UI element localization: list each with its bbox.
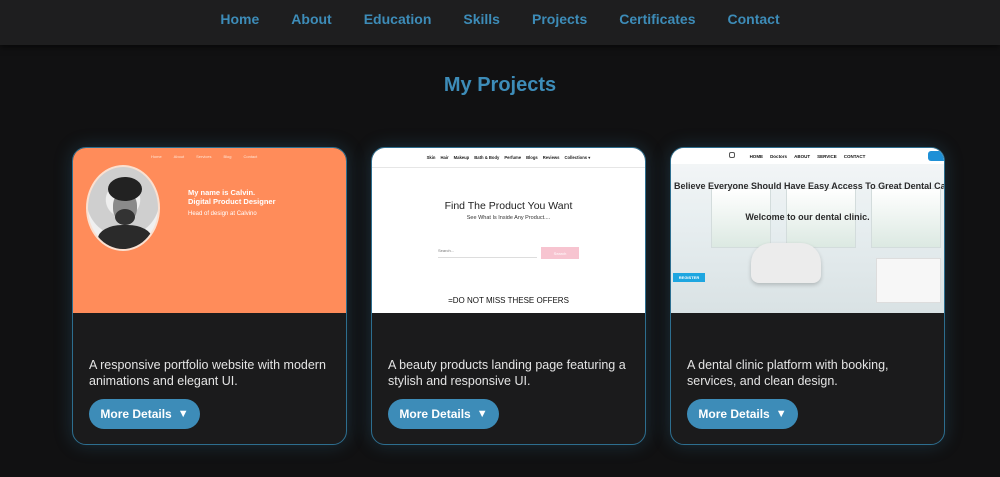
caret-down-icon: ▼: [177, 408, 189, 420]
nav-link-certificates[interactable]: Certificates: [603, 11, 711, 27]
more-details-button[interactable]: More Details ▼: [388, 399, 499, 429]
preview-nav-item: Hair: [440, 155, 449, 160]
portrait-image: [86, 165, 160, 251]
cabinet-image: [876, 258, 941, 303]
button-label: More Details: [399, 407, 471, 421]
preview-nav: Home About Services Blog Contact: [151, 154, 257, 159]
preview-headline: Find The Product You Want: [444, 200, 573, 212]
nav-link-education[interactable]: Education: [348, 11, 448, 27]
preview-nav-item: SERVICE: [817, 153, 837, 159]
preview-intro: My name is Calvin. Digital Product Desig…: [188, 188, 276, 206]
preview-nav: HOME Doctors ABOUT SERVICE CONTACT: [671, 148, 944, 164]
nav-link-projects[interactable]: Projects: [516, 11, 603, 27]
project-description: A beauty products landing page featuring…: [388, 358, 626, 388]
project-thumbnail-portfolio[interactable]: Home About Services Blog Contact My name…: [73, 148, 346, 313]
dental-chair-image: [751, 243, 821, 283]
nav-link-contact[interactable]: Contact: [712, 11, 796, 27]
preview-nav-item: Services: [196, 154, 212, 159]
nav-link-about[interactable]: About: [275, 11, 347, 27]
preview-nav-item: Blog: [223, 154, 232, 159]
preview-welcome: Welcome to our dental clinic.: [745, 212, 870, 222]
preview-offers-heading: =DO NOT MISS THESE OFFERS: [448, 296, 569, 305]
project-card-dental: HOME Doctors ABOUT SERVICE CONTACT Belie…: [670, 147, 945, 445]
preview-nav-item: ABOUT: [794, 153, 811, 159]
preview-search-button: Search: [541, 247, 579, 259]
preview-nav-item: Contact: [243, 154, 258, 159]
button-label: More Details: [698, 407, 770, 421]
button-label: More Details: [100, 407, 172, 421]
preview-nav-item: Blogs: [526, 155, 538, 160]
preview-search-input: Search...: [438, 248, 537, 258]
main-navbar: Home About Education Skills Projects Cer…: [0, 0, 1000, 45]
section-title: My Projects: [443, 74, 557, 96]
nav-link-home[interactable]: Home: [204, 11, 275, 27]
preview-nav-item: Collections ▾: [564, 155, 591, 160]
more-details-button[interactable]: More Details ▼: [89, 399, 200, 429]
preview-nav-item: Reviews: [542, 155, 560, 160]
project-card-portfolio: Home About Services Blog Contact My name…: [72, 147, 347, 445]
preview-subheadline: See What Is Inside Any Product....: [466, 215, 551, 221]
caret-down-icon: ▼: [775, 408, 787, 420]
caret-down-icon: ▼: [476, 408, 488, 420]
project-description: A responsive portfolio website with mode…: [89, 358, 326, 388]
preview-nav-item: CONTACT: [843, 153, 866, 159]
tooth-logo-icon: [729, 152, 735, 158]
preview-subtitle: Head of design at Calvino: [188, 211, 257, 217]
preview-nav-item: Home: [151, 154, 162, 159]
project-thumbnail-beauty[interactable]: Skin Hair Makeup Bath & Body Perfume Blo…: [372, 148, 645, 313]
preview-nav-item: HOME: [749, 153, 764, 159]
preview-nav-item: Doctors: [770, 153, 788, 159]
nav-link-skills[interactable]: Skills: [447, 11, 516, 27]
project-card-beauty: Skin Hair Makeup Bath & Body Perfume Blo…: [371, 147, 646, 445]
preview-nav-item: About: [173, 154, 185, 159]
preview-register-button: REGISTER: [673, 273, 705, 282]
preview-nav-cta: [928, 151, 944, 161]
more-details-button[interactable]: More Details ▼: [687, 399, 798, 429]
preview-nav-item: Perfume: [504, 155, 522, 160]
preview-nav-item: Skin: [426, 155, 436, 160]
preview-nav-item: Bath & Body: [474, 155, 500, 160]
preview-nav: Skin Hair Makeup Bath & Body Perfume Blo…: [372, 148, 645, 168]
preview-banner: Believe Everyone Should Have Easy Access…: [674, 181, 944, 191]
project-thumbnail-dental[interactable]: HOME Doctors ABOUT SERVICE CONTACT Belie…: [671, 148, 944, 313]
project-description: A dental clinic platform with booking, s…: [687, 358, 889, 388]
preview-nav-item: Makeup: [453, 155, 470, 160]
